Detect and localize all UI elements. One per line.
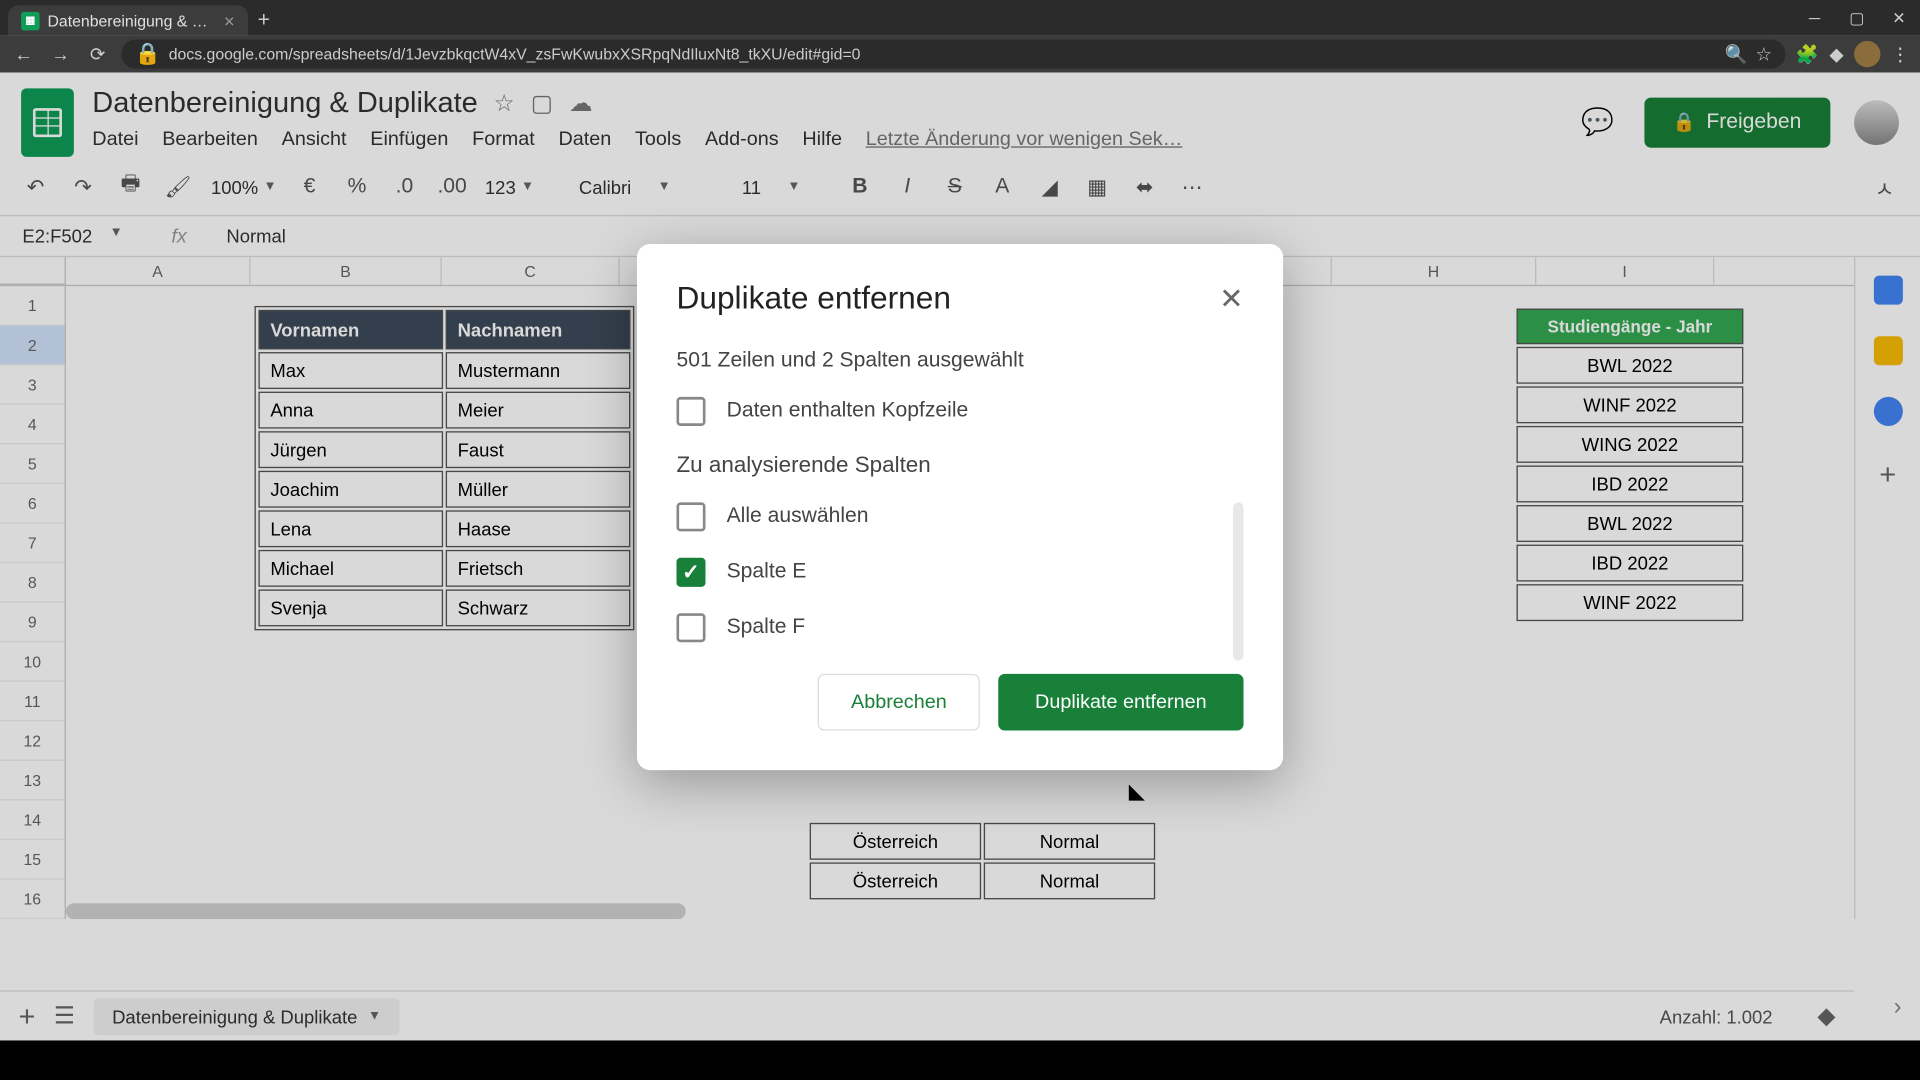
browser-profile-avatar[interactable] [1854,41,1880,67]
address-bar: ← → ⟳ 🔒 docs.google.com/spreadsheets/d/1… [0,36,1920,73]
header-row-checkbox-row[interactable]: Daten enthalten Kopfzeile [676,397,1243,426]
dialog-overlay: Duplikate entfernen ✕ 501 Zeilen und 2 S… [0,73,1920,1041]
select-all-label: Alle auswählen [727,505,869,529]
columns-section-title: Zu analysierende Spalten [676,452,1243,478]
select-all-checkbox[interactable] [676,502,705,531]
column-e-label: Spalte E [727,560,807,584]
lock-icon: 🔒 [135,41,161,67]
window-close-icon[interactable]: ✕ [1878,0,1920,36]
url-text: docs.google.com/spreadsheets/d/1Jevzbkqc… [169,45,1717,63]
mouse-cursor: ◣ [1129,778,1145,804]
nav-reload-icon[interactable]: ⟳ [84,43,110,65]
confirm-button[interactable]: Duplikate entfernen [998,674,1243,731]
column-e-checkbox[interactable]: ✓ [676,558,705,587]
new-tab-button[interactable]: + [248,5,280,35]
dialog-title: Duplikate entfernen [676,281,950,318]
sheets-favicon: ▦ [21,11,39,29]
nav-back-icon[interactable]: ← [11,44,37,65]
scrollbar[interactable] [1233,502,1244,660]
column-e-row[interactable]: ✓ Spalte E [676,558,1219,587]
star-icon[interactable]: ☆ [1755,43,1772,65]
zoom-icon[interactable]: 🔍 [1725,43,1748,65]
tab-title: Datenbereinigung & Duplikate - [47,11,216,29]
url-input[interactable]: 🔒 docs.google.com/spreadsheets/d/1Jevzbk… [121,40,1785,69]
column-f-label: Spalte F [727,616,806,640]
letterbox [0,1040,1920,1080]
dialog-close-icon[interactable]: ✕ [1219,282,1243,316]
nav-forward-icon[interactable]: → [47,44,73,65]
remove-duplicates-dialog: Duplikate entfernen ✕ 501 Zeilen und 2 S… [637,244,1283,770]
header-row-label: Daten enthalten Kopfzeile [727,400,969,424]
window-minimize-icon[interactable]: ─ [1793,0,1835,36]
browser-tab-strip: ▦ Datenbereinigung & Duplikate - × + ─ ▢… [0,0,1920,36]
browser-tab[interactable]: ▦ Datenbereinigung & Duplikate - × [8,5,248,35]
tab-close-icon[interactable]: × [224,10,235,31]
header-row-checkbox[interactable] [676,397,705,426]
dialog-info-text: 501 Zeilen und 2 Spalten ausgewählt [676,349,1243,373]
cancel-button[interactable]: Abbrechen [818,674,980,731]
select-all-row[interactable]: Alle auswählen [676,502,1219,531]
extensions-icon[interactable]: 🧩 [1796,43,1819,65]
column-f-checkbox[interactable] [676,613,705,642]
extension-icon[interactable]: ◆ [1829,43,1843,65]
column-f-row[interactable]: Spalte F [676,613,1219,642]
window-maximize-icon[interactable]: ▢ [1836,0,1878,36]
browser-menu-icon[interactable]: ⋮ [1891,43,1909,65]
